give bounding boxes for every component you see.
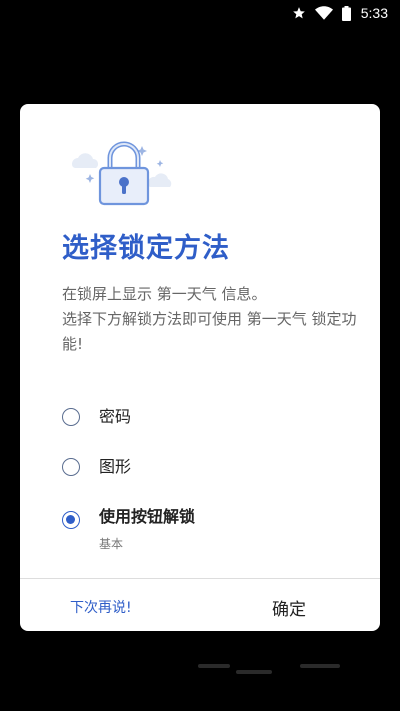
lock-illustration-icon — [70, 138, 180, 210]
dialog-description: 在锁屏上显示 第一天气 信息。 选择下方解锁方法即可使用 第一天气 锁定功能! — [62, 282, 362, 357]
radio-pattern[interactable] — [62, 458, 80, 476]
background-blur — [198, 664, 230, 668]
description-line-2: 选择下方解锁方法即可使用 第一天气 锁定功能! — [62, 310, 357, 353]
option-password[interactable]: 密码 — [62, 408, 131, 426]
divider — [20, 578, 380, 579]
option-password-label: 密码 — [99, 407, 132, 426]
background-blur — [300, 664, 340, 668]
radio-button-unlock[interactable] — [62, 511, 80, 529]
status-time: 5:33 — [360, 5, 388, 21]
ok-button[interactable]: 确定 — [272, 595, 306, 620]
option-button-unlock-label: 使用按钮解锁 — [99, 507, 196, 526]
dialog-title: 选择锁定方法 — [62, 233, 230, 264]
description-line-1: 在锁屏上显示 第一天气 信息。 — [62, 285, 267, 303]
status-bar: 5:33 — [0, 0, 400, 26]
option-button-unlock-sublabel: 基本 — [99, 537, 124, 551]
wifi-icon — [314, 6, 333, 20]
lock-method-dialog: 选择锁定方法 在锁屏上显示 第一天气 信息。 选择下方解锁方法即可使用 第一天气… — [20, 104, 380, 631]
radio-password[interactable] — [62, 408, 80, 426]
option-pattern[interactable]: 图形 — [62, 458, 131, 476]
battery-icon — [341, 5, 351, 21]
star-icon — [292, 6, 306, 20]
later-button[interactable]: 下次再说! — [70, 597, 132, 617]
option-button-unlock[interactable]: 使用按钮解锁 基本 — [62, 508, 195, 552]
background-hint — [0, 664, 400, 676]
option-pattern-label: 图形 — [99, 457, 132, 476]
background-blur — [236, 670, 272, 674]
